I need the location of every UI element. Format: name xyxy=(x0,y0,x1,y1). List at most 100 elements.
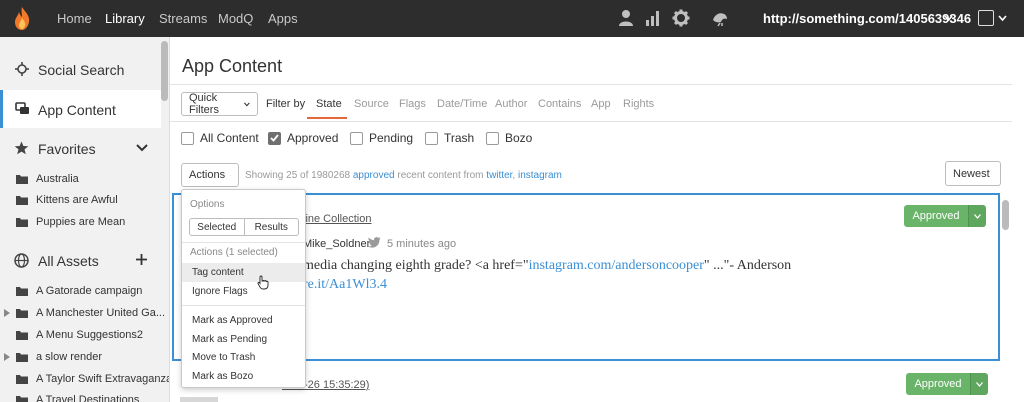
user-icon[interactable] xyxy=(618,9,634,27)
gear-icon[interactable] xyxy=(672,9,690,27)
nav-apps[interactable]: Apps xyxy=(268,11,298,26)
checkbox-box[interactable] xyxy=(425,131,438,145)
checkbox-box[interactable] xyxy=(181,131,194,145)
menu-divider xyxy=(182,242,305,243)
state-trash-checkbox[interactable]: Trash xyxy=(425,131,474,145)
star-icon xyxy=(14,141,29,155)
chevron-down-icon[interactable] xyxy=(136,144,148,152)
folder-icon xyxy=(16,196,28,205)
menu-item-mark-approved[interactable]: Mark as Approved xyxy=(182,311,305,330)
top-navbar: Home Library Streams ModQ Apps http://so… xyxy=(0,0,1024,37)
chat-bubbles-icon xyxy=(15,102,29,114)
checkbox-box[interactable] xyxy=(268,131,281,145)
sidebar-item-favorites[interactable]: Favorites xyxy=(0,135,160,163)
asset-item[interactable]: A Manchester United Ga... xyxy=(0,304,165,322)
tab-source[interactable]: Source xyxy=(354,98,389,110)
tab-date-time[interactable]: Date/Time xyxy=(437,98,487,110)
post-link-instagram[interactable]: instagram.com/andersoncooper xyxy=(529,258,704,273)
chevron-down-icon xyxy=(244,102,250,107)
state-link[interactable]: approved xyxy=(353,170,395,181)
scope-selected-button[interactable]: Selected xyxy=(190,219,244,235)
state-pending-checkbox[interactable]: Pending xyxy=(350,131,413,145)
asset-item[interactable]: A Menu Suggestions2 xyxy=(0,326,160,344)
favorite-item[interactable]: Puppies are Mean xyxy=(0,213,160,231)
flame-logo-icon[interactable] xyxy=(12,6,32,31)
author-handle[interactable]: Mike_Soldner xyxy=(303,238,370,250)
collection-link[interactable]: line Collection xyxy=(303,213,371,225)
source-link-twitter[interactable]: twitter xyxy=(486,170,512,181)
folder-icon xyxy=(16,218,28,227)
twitter-bird-icon xyxy=(368,237,381,248)
nav-home[interactable]: Home xyxy=(57,11,92,26)
folder-icon xyxy=(16,353,28,362)
asset-item[interactable]: a slow render xyxy=(0,348,160,366)
checkbox-box[interactable] xyxy=(350,131,363,145)
folder-icon xyxy=(16,175,28,184)
account-checkbox[interactable] xyxy=(978,10,994,26)
folder-icon xyxy=(16,309,28,318)
menu-item-ignore-flags[interactable]: Ignore Flags xyxy=(182,282,305,301)
menu-item-tag-content[interactable]: Tag content xyxy=(182,263,305,282)
status-dropdown[interactable] xyxy=(968,205,986,227)
favorite-item[interactable]: Kittens are Awful xyxy=(0,191,160,209)
menu-item-mark-bozo[interactable]: Mark as Bozo xyxy=(182,367,305,386)
menu-divider xyxy=(182,305,305,306)
active-tab-indicator xyxy=(307,117,347,119)
caret-right-icon[interactable] xyxy=(4,353,10,361)
post-text: media changing eighth grade? <a href="in… xyxy=(303,258,792,273)
nav-modq[interactable]: ModQ xyxy=(218,11,253,26)
bird-icon[interactable] xyxy=(711,9,729,27)
card-placeholder xyxy=(180,397,218,402)
quick-filters-button[interactable]: Quick Filters xyxy=(181,92,258,116)
sidebar-item-all-assets[interactable]: All Assets xyxy=(0,247,160,275)
approved-status-button[interactable]: Approved xyxy=(904,205,986,227)
post-time: 5 minutes ago xyxy=(387,238,457,250)
state-bozo-checkbox[interactable]: Bozo xyxy=(486,131,532,145)
scope-results-button[interactable]: Results xyxy=(243,219,299,235)
sidebar-item-app-content[interactable]: App Content xyxy=(0,90,161,128)
chevron-down-icon[interactable] xyxy=(998,15,1007,22)
menu-section-options: Options xyxy=(190,199,225,210)
checkbox-box[interactable] xyxy=(486,131,499,145)
sort-newest-button[interactable]: Newest xyxy=(945,161,1001,186)
menu-item-mark-pending[interactable]: Mark as Pending xyxy=(182,330,305,349)
sidebar-item-social-search[interactable]: Social Search xyxy=(0,56,160,84)
post-text-line2: re.it/Aa1Wl3.4 xyxy=(303,277,387,293)
tab-app[interactable]: App xyxy=(591,98,611,110)
bar-chart-icon[interactable] xyxy=(645,9,661,27)
chevron-down-icon xyxy=(974,213,981,219)
site-url-selector[interactable]: http://something.com/1405639346 xyxy=(763,11,971,26)
tab-author[interactable]: Author xyxy=(495,98,527,110)
globe-icon xyxy=(14,253,29,268)
asset-item[interactable]: A Travel Destinations xyxy=(0,391,160,402)
state-all-content-checkbox[interactable]: All Content xyxy=(181,131,259,145)
tab-rights[interactable]: Rights xyxy=(623,98,654,110)
sidebar: Social Search App Content Favorites Aust… xyxy=(0,37,170,402)
favorite-item[interactable]: Australia xyxy=(0,170,160,188)
main-scrollbar[interactable] xyxy=(1002,200,1009,230)
tab-flags[interactable]: Flags xyxy=(399,98,426,110)
actions-menu: Options Selected Results Actions (1 sele… xyxy=(181,189,306,388)
folder-icon xyxy=(16,375,28,384)
tab-contains[interactable]: Contains xyxy=(538,98,581,110)
actions-button[interactable]: Actions xyxy=(181,163,239,187)
sidebar-scrollbar[interactable] xyxy=(161,41,168,101)
nav-library[interactable]: Library xyxy=(105,11,145,26)
chevron-down-icon[interactable] xyxy=(944,15,953,22)
plus-icon[interactable] xyxy=(135,253,148,266)
divider xyxy=(170,121,1012,122)
folder-icon xyxy=(16,287,28,296)
asset-item[interactable]: A Taylor Swift Extravaganza xyxy=(0,370,169,388)
source-link-instagram[interactable]: instagram xyxy=(518,170,562,181)
approved-status-button[interactable]: Approved xyxy=(906,373,988,395)
page-title: App Content xyxy=(182,56,283,76)
status-dropdown[interactable] xyxy=(970,373,988,395)
menu-item-move-to-trash[interactable]: Move to Trash xyxy=(182,348,305,367)
nav-streams[interactable]: Streams xyxy=(159,11,207,26)
asset-item[interactable]: A Gatorade campaign xyxy=(0,282,160,300)
tab-state[interactable]: State xyxy=(316,98,342,110)
post-link-short[interactable]: re.it/Aa1Wl3.4 xyxy=(303,277,387,292)
caret-right-icon[interactable] xyxy=(4,309,10,317)
state-approved-checkbox[interactable]: Approved xyxy=(268,131,338,145)
chevron-down-icon xyxy=(230,174,231,176)
